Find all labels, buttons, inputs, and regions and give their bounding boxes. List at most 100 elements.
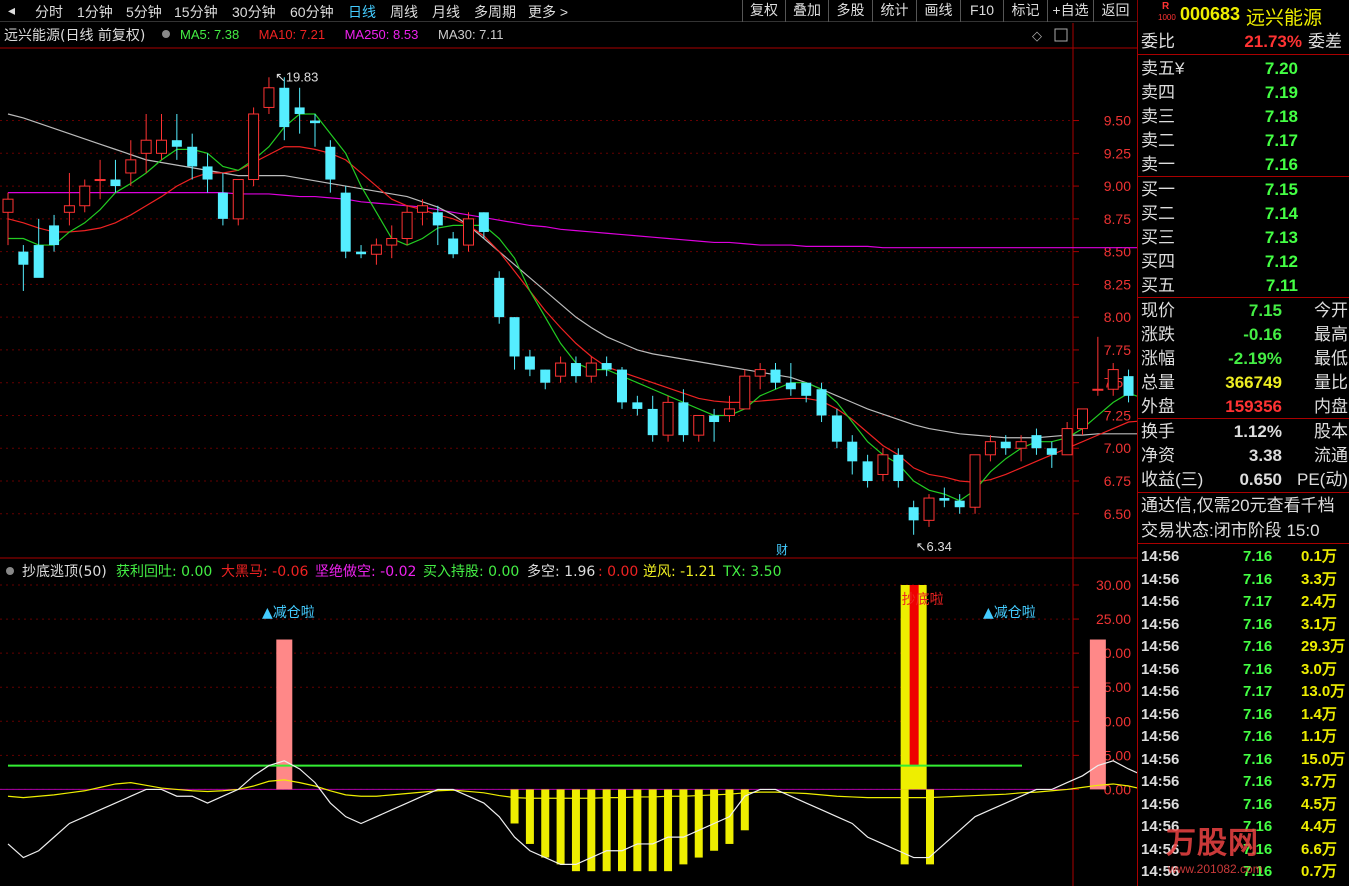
candle[interactable] — [969, 454, 981, 514]
candle[interactable] — [63, 172, 75, 226]
candle[interactable] — [79, 179, 91, 213]
tab-1[interactable]: 1分钟 — [77, 2, 113, 22]
candle[interactable] — [984, 435, 996, 462]
negative-bar — [679, 789, 688, 865]
candle[interactable] — [432, 205, 443, 246]
toolbar-button-6[interactable]: 标记 — [1003, 0, 1047, 22]
candle[interactable] — [831, 408, 842, 449]
diamond-icon[interactable]: ◇ — [1032, 28, 1042, 43]
tab-10[interactable]: 更多 > — [528, 2, 568, 22]
candle[interactable] — [125, 140, 137, 187]
candle[interactable] — [570, 356, 581, 383]
stat-right-label: 最低 — [1314, 349, 1348, 368]
price-tick-label: 8.25 — [1104, 276, 1131, 292]
tick-row: 14:56 7.16 4.5万 — [1138, 794, 1349, 816]
candle[interactable] — [770, 363, 781, 390]
toolbar-button-1[interactable]: 叠加 — [785, 0, 828, 22]
candle[interactable] — [540, 369, 551, 390]
candle[interactable] — [893, 448, 904, 488]
candle[interactable] — [862, 454, 873, 488]
candle[interactable] — [847, 435, 858, 475]
candle[interactable] — [33, 218, 44, 278]
candle[interactable] — [187, 133, 198, 180]
toolbar-button-8[interactable]: 返回 — [1093, 0, 1137, 22]
indicator-options-icon[interactable] — [6, 567, 14, 575]
toolbar-button-2[interactable]: 多股 — [828, 0, 872, 22]
candle[interactable] — [340, 186, 351, 259]
candle[interactable] — [754, 363, 766, 390]
negative-bar — [618, 789, 626, 872]
candle[interactable] — [325, 140, 336, 193]
candle[interactable] — [954, 494, 965, 514]
candle[interactable] — [1031, 428, 1042, 455]
toolbar-button-3[interactable]: 统计 — [872, 0, 916, 22]
candle[interactable] — [816, 382, 827, 423]
candle[interactable] — [632, 395, 643, 416]
weibi-label: 委比 — [1141, 32, 1175, 51]
candle[interactable] — [1092, 336, 1104, 396]
candle[interactable] — [202, 153, 213, 193]
tab-0[interactable]: 分时 — [35, 2, 63, 22]
candle[interactable] — [248, 107, 260, 187]
candle[interactable] — [463, 212, 474, 252]
candle[interactable] — [739, 369, 751, 410]
finance-marker[interactable]: 财 — [776, 543, 788, 557]
candle[interactable] — [49, 214, 60, 252]
tab-7[interactable]: 周线 — [390, 2, 418, 22]
candle[interactable] — [1107, 363, 1119, 396]
candle[interactable] — [140, 113, 152, 173]
candle[interactable] — [585, 356, 597, 383]
candle[interactable] — [617, 366, 627, 409]
promo-text[interactable]: 通达信,仅需20元查看千档 — [1141, 494, 1335, 517]
candle[interactable] — [94, 159, 106, 200]
candle[interactable] — [524, 349, 535, 377]
buy-row-2: 买三 7.13 — [1138, 226, 1349, 249]
chart-expand-icon[interactable] — [1054, 28, 1068, 42]
candle[interactable] — [401, 205, 413, 246]
price-tick-label: 7.25 — [1104, 407, 1131, 423]
toolbar-button-4[interactable]: 画线 — [916, 0, 960, 22]
candle[interactable] — [877, 448, 889, 482]
candle[interactable] — [478, 212, 489, 239]
tab-8[interactable]: 月线 — [432, 2, 460, 22]
candle[interactable] — [723, 395, 735, 423]
candle[interactable] — [555, 356, 567, 383]
candle[interactable] — [370, 238, 382, 265]
tab-5[interactable]: 60分钟 — [290, 2, 334, 22]
candle[interactable] — [693, 414, 705, 442]
candle[interactable] — [217, 172, 228, 226]
candle[interactable] — [601, 356, 612, 377]
candle[interactable] — [678, 389, 689, 442]
candle[interactable] — [1015, 435, 1027, 462]
candle[interactable] — [509, 317, 520, 370]
candle[interactable] — [662, 395, 674, 442]
candle[interactable] — [939, 487, 950, 508]
candle[interactable] — [494, 271, 505, 324]
chart-options-icon[interactable] — [162, 30, 170, 38]
toolbar-button-7[interactable]: +自选 — [1047, 0, 1093, 22]
watermark-url: www.201082.com — [1168, 862, 1263, 876]
candle[interactable] — [294, 87, 305, 134]
tab-3[interactable]: 15分钟 — [174, 2, 218, 22]
toolbar-button-5[interactable]: F10 — [960, 0, 1003, 22]
candle[interactable] — [785, 363, 796, 396]
candle[interactable] — [2, 192, 14, 246]
candle[interactable] — [386, 225, 398, 259]
candle[interactable] — [232, 179, 244, 226]
kline-chart[interactable]: 9.509.259.008.758.508.258.007.757.507.25… — [0, 23, 1137, 886]
candle[interactable] — [647, 395, 658, 442]
back-arrow-icon[interactable]: ◂ — [8, 2, 15, 19]
tab-4[interactable]: 30分钟 — [232, 2, 276, 22]
tab-9[interactable]: 多周期 — [474, 2, 516, 22]
tab-6[interactable]: 日线 — [348, 2, 376, 22]
candle[interactable] — [923, 494, 935, 527]
candle[interactable] — [263, 77, 275, 114]
candle[interactable] — [356, 245, 367, 259]
tab-2[interactable]: 5分钟 — [126, 2, 162, 22]
toolbar-button-0[interactable]: 复权 — [742, 0, 785, 22]
candle[interactable] — [448, 231, 459, 259]
candle[interactable] — [110, 159, 121, 193]
candle[interactable] — [908, 500, 919, 535]
candle[interactable] — [1061, 422, 1073, 456]
candle[interactable] — [1046, 441, 1057, 468]
